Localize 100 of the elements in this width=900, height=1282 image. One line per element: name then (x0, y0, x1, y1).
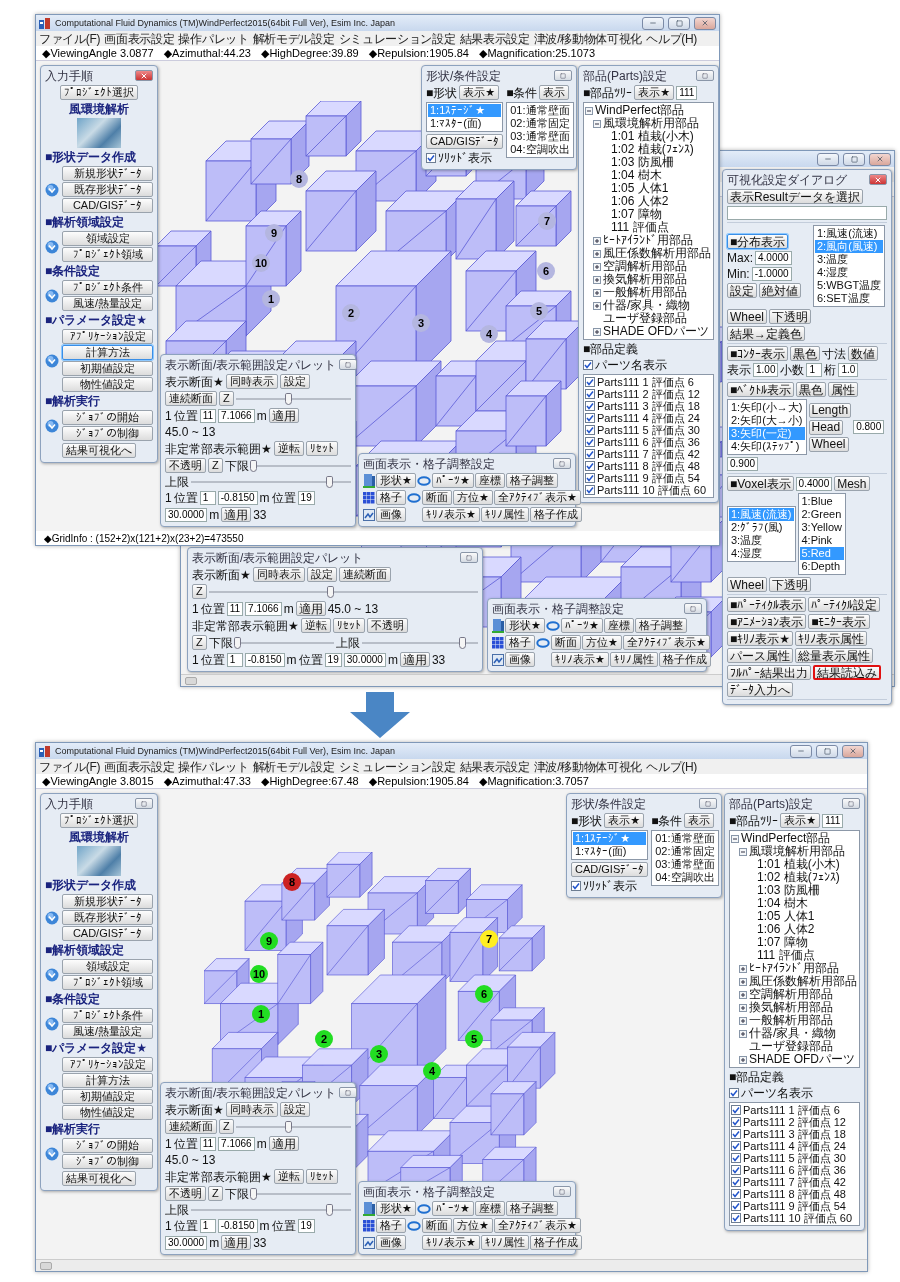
tool-button[interactable]: 絶対値 (759, 283, 801, 298)
expand-toggle[interactable] (739, 964, 747, 973)
tool-button[interactable]: Z (208, 458, 223, 473)
tool-button[interactable]: 逆転 (300, 618, 331, 633)
tool-button[interactable]: ■ﾓﾆﾀｰ表示 (808, 614, 870, 629)
tool-button[interactable]: 座標 (603, 618, 634, 633)
expand-toggle[interactable] (739, 1003, 747, 1012)
tool-button[interactable]: ﾊﾟｰﾂ★ (431, 1201, 474, 1216)
tree-item[interactable]: SHADE OFDパーツ (749, 1053, 855, 1066)
toggle-button[interactable]: ■Voxel表示 (727, 476, 794, 491)
tool-button[interactable]: CAD/GISﾃﾞｰﾀ (62, 198, 153, 213)
tree-item[interactable]: WindPerfect部品 (595, 104, 685, 117)
checkbox[interactable] (585, 473, 595, 483)
expand-toggle[interactable] (593, 262, 601, 271)
tree-item[interactable]: 1:01 植栽(小木) (611, 130, 694, 143)
text-field[interactable]: 1.00 (753, 363, 779, 377)
tool-button[interactable]: ﾊﾟｰﾂ★ (560, 618, 603, 633)
text-field[interactable]: 0.4000 (795, 476, 833, 491)
tool-button[interactable]: 適用 (221, 507, 252, 522)
tree-item[interactable]: 風環境解析用部品 (603, 117, 699, 130)
tool-button[interactable]: 不透明 (165, 1186, 206, 1201)
list-item[interactable]: 2:Green (799, 508, 845, 521)
tool-button[interactable]: 黒色 (790, 346, 821, 361)
text-field[interactable]: 11 (199, 1136, 217, 1151)
close-button[interactable] (339, 359, 358, 370)
close-button[interactable] (554, 70, 572, 81)
tool-button[interactable]: 結果可視化へ (62, 443, 136, 458)
tool-button[interactable]: 格子調整 (505, 473, 558, 488)
toggle-button[interactable]: ■ﾍﾞｸﾄﾙ表示 (727, 382, 795, 397)
tool-button[interactable]: ｱﾌﾟﾘｹｰｼｮﾝ設定 (62, 329, 153, 344)
list-item[interactable]: 1:ﾏｽﾀｰ(面) (573, 845, 647, 858)
checkbox[interactable] (731, 1141, 741, 1151)
menu-item[interactable]: 津波/移動物体可視化 (533, 760, 643, 773)
tool-button[interactable]: 不透明 (165, 458, 206, 473)
menu-item[interactable]: 画面表示設定 (104, 32, 175, 45)
toggle-button[interactable]: ■ｺﾝﾀｰ表示 (727, 346, 789, 361)
tool-button[interactable]: 領域設定 (62, 959, 153, 974)
list-item[interactable]: 1:Blue (799, 495, 845, 508)
list-item[interactable]: 4:湿度 (815, 266, 884, 279)
text-field[interactable]: 11 (226, 601, 244, 616)
maximize-button[interactable] (816, 744, 838, 758)
tool-button[interactable]: 格子作成 (658, 652, 711, 667)
close-button[interactable] (696, 70, 714, 81)
tool-button[interactable]: 形状★ (505, 618, 545, 633)
tool-button[interactable]: 全ｱｸﾃｨﾌﾞ表示★ (622, 635, 710, 650)
tool-button[interactable]: ﾌﾟﾛｼﾞｪｸﾄ条件 (62, 280, 153, 295)
tool-button[interactable]: 連続断面 (165, 391, 217, 406)
slider-thumb[interactable] (325, 476, 333, 488)
tree-item[interactable]: 空調解析用部品 (749, 988, 833, 1001)
tree-item[interactable]: 1:03 防風柵 (611, 156, 674, 169)
tool-button[interactable]: ｼﾞｮﾌﾞの開始 (62, 1138, 153, 1153)
menu-item[interactable]: 解析モデル設定 (252, 760, 335, 773)
checkbox[interactable] (426, 153, 436, 163)
tool-button[interactable]: 結果可視化へ (62, 1171, 136, 1186)
tool-button[interactable]: 下透明 (769, 577, 811, 592)
slider-thumb[interactable] (284, 1120, 292, 1133)
maximize-button[interactable] (668, 16, 690, 30)
tool-button[interactable]: 表示 (539, 85, 570, 100)
text-field[interactable]: 4.0000 (755, 251, 792, 265)
menu-item[interactable]: シミュレーション設定 (338, 760, 456, 773)
text-field[interactable]: 0.800 (853, 420, 885, 434)
tool-button[interactable]: ﾌﾟﾛｼﾞｪｸﾄ領域 (62, 975, 153, 990)
tool-button[interactable]: 画像 (376, 507, 406, 522)
tool-button[interactable]: 物性値設定 (62, 377, 153, 392)
tool-button[interactable]: 形状★ (376, 1201, 416, 1216)
checkbox[interactable] (585, 461, 595, 471)
tool-button[interactable]: 全ｱｸﾃｨﾌﾞ表示★ (493, 490, 581, 505)
tool-button[interactable]: ﾌﾟﾛｼﾞｪｸﾄ選択 (60, 85, 138, 100)
menu-item[interactable]: シミュレーション設定 (338, 32, 456, 45)
checkbox[interactable] (731, 1105, 741, 1115)
slider-thumb[interactable] (249, 459, 257, 472)
slider-track[interactable] (234, 636, 334, 649)
tree-item[interactable]: 風環境解析用部品 (749, 845, 845, 858)
tool-button[interactable]: 既存形状ﾃﾞｰﾀ (62, 910, 153, 925)
text-field[interactable]: 30.0000 (165, 507, 208, 522)
checkbox[interactable] (731, 1201, 741, 1211)
tool-button[interactable]: 領域設定 (62, 231, 153, 246)
toggle-button[interactable]: ■分布表示 (727, 234, 789, 249)
tree-item[interactable]: 1:04 樹木 (757, 897, 808, 910)
tool-button[interactable]: 画像 (376, 1235, 406, 1250)
tool-button[interactable]: 物性値設定 (62, 1105, 153, 1120)
menu-item[interactable]: 画面表示設定 (104, 760, 175, 773)
list-item[interactable]: 01:通常壁面 (653, 832, 717, 845)
list-item[interactable]: 4:矢印(ｽﾃｯﾌﾟ) (729, 440, 805, 453)
tool-button[interactable]: ｼﾞｮﾌﾞの制御 (62, 426, 153, 441)
expand-toggle[interactable] (739, 1029, 747, 1038)
expand-toggle[interactable] (585, 106, 593, 115)
slider-thumb[interactable] (458, 636, 466, 649)
tool-button[interactable]: 適用 (295, 601, 326, 616)
close-button[interactable] (684, 603, 702, 614)
text-field[interactable]: 1.0 (838, 363, 859, 377)
tool-button[interactable]: 格子作成 (529, 507, 582, 522)
text-field[interactable]: 7.1066 (218, 1136, 255, 1151)
slider-track[interactable] (191, 1204, 351, 1216)
text-field[interactable]: -0.8150 (217, 1219, 258, 1233)
expand-toggle[interactable] (739, 847, 747, 856)
menu-item[interactable]: 操作パレット (178, 32, 249, 45)
expand-toggle[interactable] (593, 275, 601, 284)
close-button[interactable] (460, 552, 478, 563)
tool-button[interactable]: CAD/GISﾃﾞｰﾀ (426, 134, 504, 149)
